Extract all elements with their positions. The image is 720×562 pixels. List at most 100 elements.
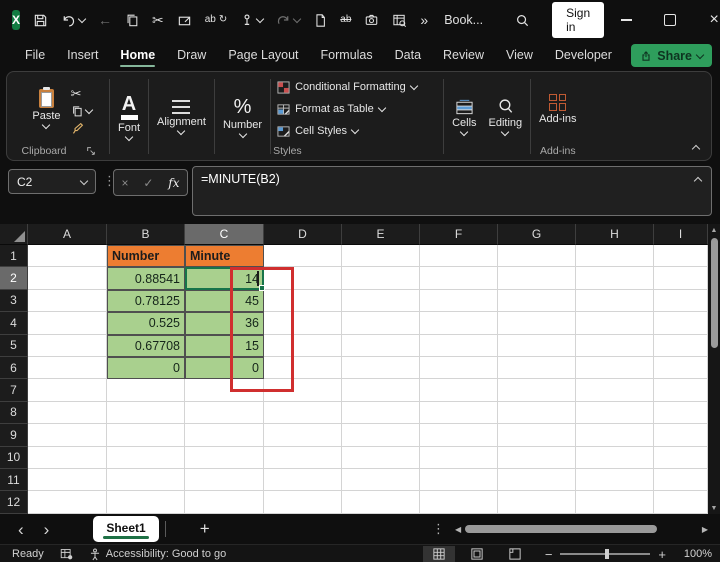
cell[interactable]: [420, 424, 498, 447]
row-header-6[interactable]: 6: [0, 356, 28, 380]
tab-developer[interactable]: Developer: [544, 41, 623, 69]
minimize-button[interactable]: [604, 0, 648, 40]
cell[interactable]: [264, 424, 342, 447]
undo-button[interactable]: [61, 13, 87, 28]
undo-dropdown-icon[interactable]: [77, 14, 87, 24]
cell[interactable]: [420, 491, 498, 514]
copy-button[interactable]: [125, 13, 139, 27]
cell[interactable]: [342, 491, 420, 514]
cell[interactable]: [576, 379, 654, 402]
conditional-formatting-dropdown-icon[interactable]: [409, 81, 418, 91]
cell[interactable]: [654, 491, 708, 514]
alignment-dropdown-icon[interactable]: [177, 126, 186, 135]
tab-page-layout[interactable]: Page Layout: [217, 41, 309, 69]
cell-b1[interactable]: Number: [107, 245, 185, 268]
cell[interactable]: [654, 468, 708, 492]
cancel-formula-button[interactable]: ×: [121, 176, 128, 190]
cell[interactable]: [498, 379, 576, 402]
cell[interactable]: [185, 424, 264, 447]
cell[interactable]: [576, 334, 654, 357]
search-icon[interactable]: [515, 13, 530, 28]
paste-dropdown-icon[interactable]: [42, 120, 51, 129]
cell[interactable]: [420, 379, 498, 402]
vertical-scrollbar[interactable]: ▲ ▼: [708, 224, 720, 514]
cell[interactable]: [654, 312, 708, 335]
vertical-scrollbar-thumb[interactable]: [710, 238, 718, 348]
copy-ribbon-button[interactable]: [71, 105, 93, 118]
paste-picture-button[interactable]: [177, 13, 192, 28]
cell[interactable]: [576, 267, 654, 290]
tab-review[interactable]: Review: [432, 41, 495, 69]
cell[interactable]: [498, 312, 576, 335]
cell[interactable]: [342, 334, 420, 357]
cell-b6[interactable]: 0: [107, 356, 185, 380]
cell[interactable]: [420, 334, 498, 357]
cell[interactable]: [654, 289, 708, 313]
cell[interactable]: [576, 424, 654, 447]
row-header-8[interactable]: 8: [0, 401, 28, 425]
cell[interactable]: [654, 401, 708, 425]
cell[interactable]: [654, 267, 708, 290]
format-painter-button[interactable]: [71, 122, 92, 135]
number-dropdown-icon[interactable]: [238, 129, 247, 138]
column-header-h[interactable]: H: [576, 224, 654, 245]
cell[interactable]: [420, 356, 498, 380]
column-header-g[interactable]: G: [498, 224, 576, 245]
cells-group-button[interactable]: Cells: [446, 97, 482, 137]
prev-sheet-button[interactable]: ‹: [18, 521, 24, 538]
scroll-down-icon[interactable]: ▼: [711, 502, 718, 514]
cut-button[interactable]: ✂: [152, 13, 164, 27]
cell[interactable]: [576, 446, 654, 469]
cell[interactable]: [576, 356, 654, 380]
cell[interactable]: [342, 446, 420, 469]
cell[interactable]: [107, 424, 185, 447]
column-header-d[interactable]: D: [264, 224, 342, 245]
cell[interactable]: [420, 245, 498, 268]
cell[interactable]: [654, 334, 708, 357]
cell-b4[interactable]: 0.525: [107, 312, 185, 335]
row-header-9[interactable]: 9: [0, 424, 28, 447]
tab-data[interactable]: Data: [384, 41, 432, 69]
cell[interactable]: [576, 468, 654, 492]
cell[interactable]: [342, 267, 420, 290]
cell[interactable]: [185, 491, 264, 514]
format-as-table-button[interactable]: Format as Table: [277, 100, 386, 118]
cell[interactable]: [28, 491, 107, 514]
cell[interactable]: [28, 446, 107, 469]
cell[interactable]: [498, 424, 576, 447]
column-header-a[interactable]: A: [28, 224, 107, 245]
cell[interactable]: [107, 446, 185, 469]
cell[interactable]: [498, 267, 576, 290]
cell[interactable]: [342, 468, 420, 492]
cell-b2[interactable]: 0.88541: [107, 267, 185, 290]
cell[interactable]: [342, 401, 420, 425]
cell[interactable]: [654, 446, 708, 469]
cell[interactable]: [342, 312, 420, 335]
font-group-button[interactable]: A Font: [112, 92, 146, 142]
cell-b5[interactable]: 0.67708: [107, 334, 185, 357]
back-arrow-icon[interactable]: ←: [98, 13, 112, 27]
macro-record-button[interactable]: [60, 548, 73, 560]
addins-button[interactable]: Add-ins: [533, 92, 582, 127]
scroll-up-icon[interactable]: ▲: [711, 224, 718, 236]
next-sheet-button[interactable]: ›: [44, 521, 50, 538]
cell[interactable]: [264, 468, 342, 492]
share-button[interactable]: Share: [631, 44, 712, 67]
collapse-ribbon-icon[interactable]: [691, 144, 701, 154]
cell[interactable]: [498, 491, 576, 514]
font-dropdown-icon[interactable]: [124, 132, 134, 141]
cell[interactable]: [498, 446, 576, 469]
document-title[interactable]: Book...: [444, 13, 483, 27]
enter-formula-button[interactable]: ✓: [143, 176, 153, 190]
row-header-1[interactable]: 1: [0, 245, 28, 268]
sign-in-button[interactable]: Sign in: [552, 2, 605, 38]
cell[interactable]: [498, 468, 576, 492]
cell[interactable]: [576, 245, 654, 268]
editing-group-button[interactable]: Editing: [483, 96, 529, 137]
add-sheet-button[interactable]: +: [200, 519, 210, 539]
touch-mode-button[interactable]: [240, 13, 265, 27]
cell[interactable]: [654, 356, 708, 380]
editing-dropdown-icon[interactable]: [501, 127, 510, 137]
select-all-button[interactable]: [0, 224, 28, 245]
column-header-e[interactable]: E: [342, 224, 420, 245]
